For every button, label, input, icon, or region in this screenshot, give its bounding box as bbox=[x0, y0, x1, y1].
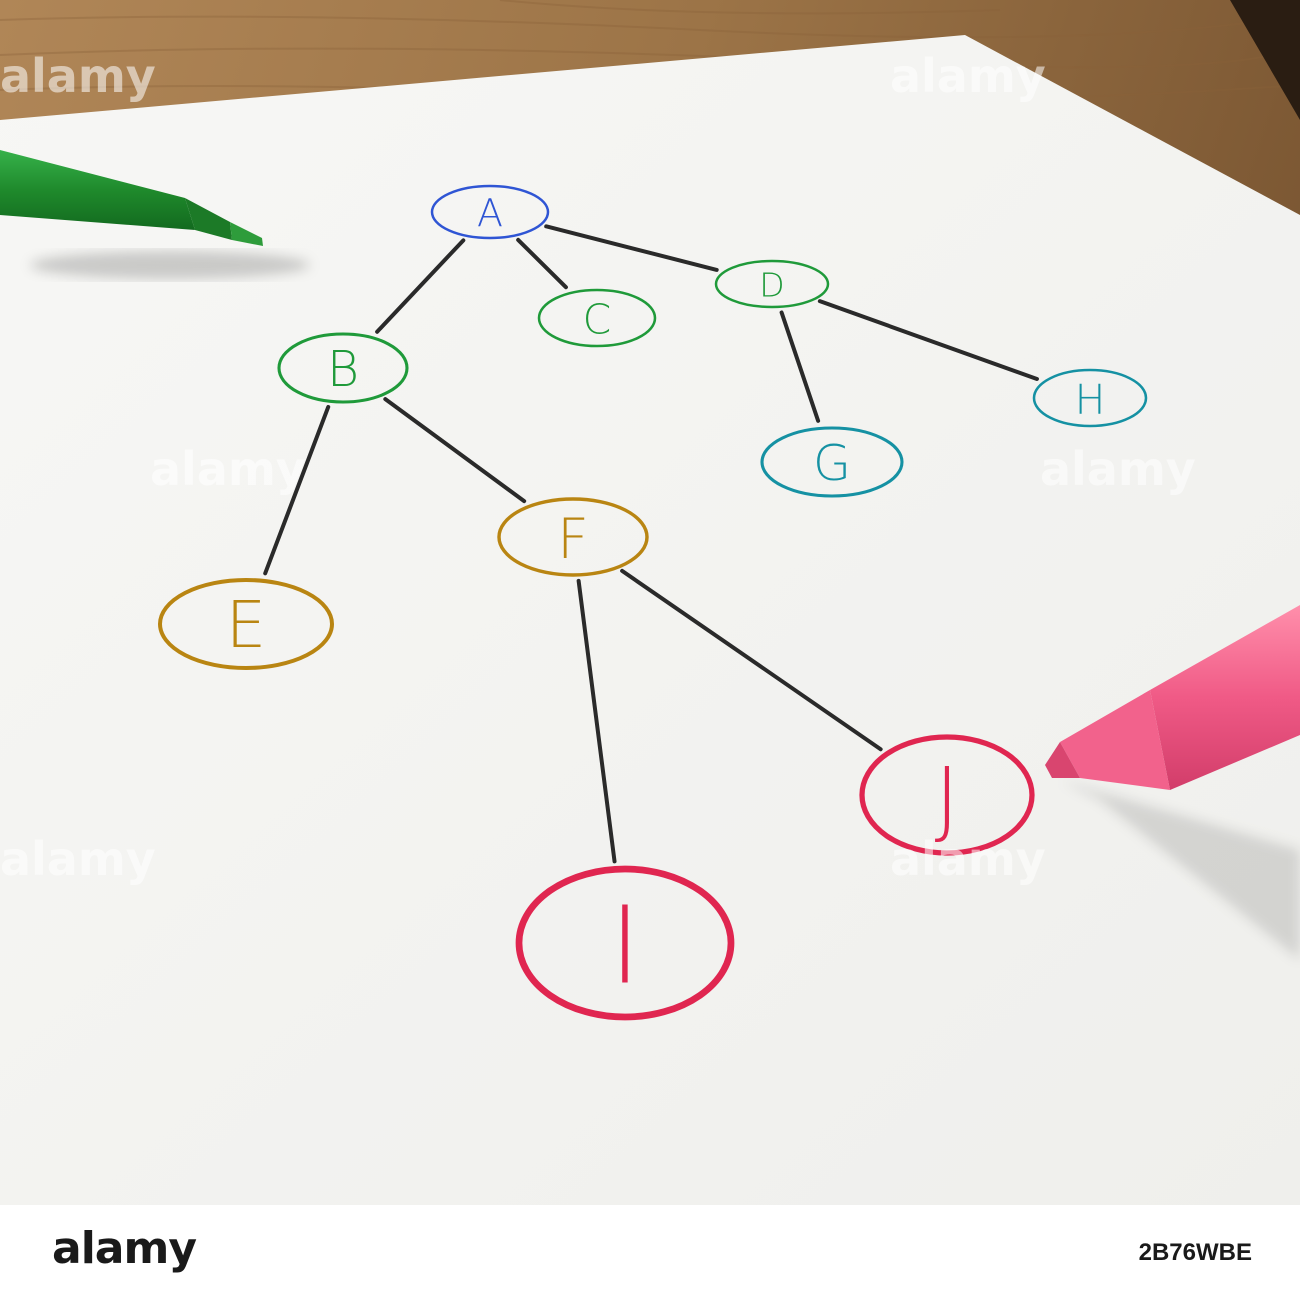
watermark-text: alamy bbox=[150, 442, 306, 496]
watermark-text: alamy bbox=[0, 832, 156, 886]
diagram-canvas: ABCDEFGHIJ alamy alamyalamy alamyalamy alam… bbox=[0, 0, 1300, 1205]
footer-brand-logo: alamy bbox=[52, 1223, 197, 1274]
node-label: E bbox=[226, 589, 266, 663]
watermark-text: alamy bbox=[890, 49, 1046, 103]
node-label: A bbox=[477, 191, 503, 235]
node-label: C bbox=[583, 295, 612, 343]
watermark-text: alamy bbox=[890, 832, 1046, 886]
node-label: F bbox=[557, 507, 589, 571]
node-label: I bbox=[609, 885, 641, 1009]
footer-image-id: 2B76WBE bbox=[1138, 1239, 1252, 1266]
node-label: B bbox=[327, 341, 359, 398]
footer-bar: alamy 2B76WBE bbox=[0, 1205, 1300, 1295]
watermark-text: alamy bbox=[0, 49, 156, 103]
watermark-text: alamy bbox=[1040, 442, 1196, 496]
node-label: H bbox=[1075, 375, 1106, 423]
node-label: G bbox=[813, 435, 851, 492]
node-label: D bbox=[759, 266, 784, 305]
photo-scene: ABCDEFGHIJ alamy alamy alamy alamy alamy alam… bbox=[0, 0, 1300, 1205]
